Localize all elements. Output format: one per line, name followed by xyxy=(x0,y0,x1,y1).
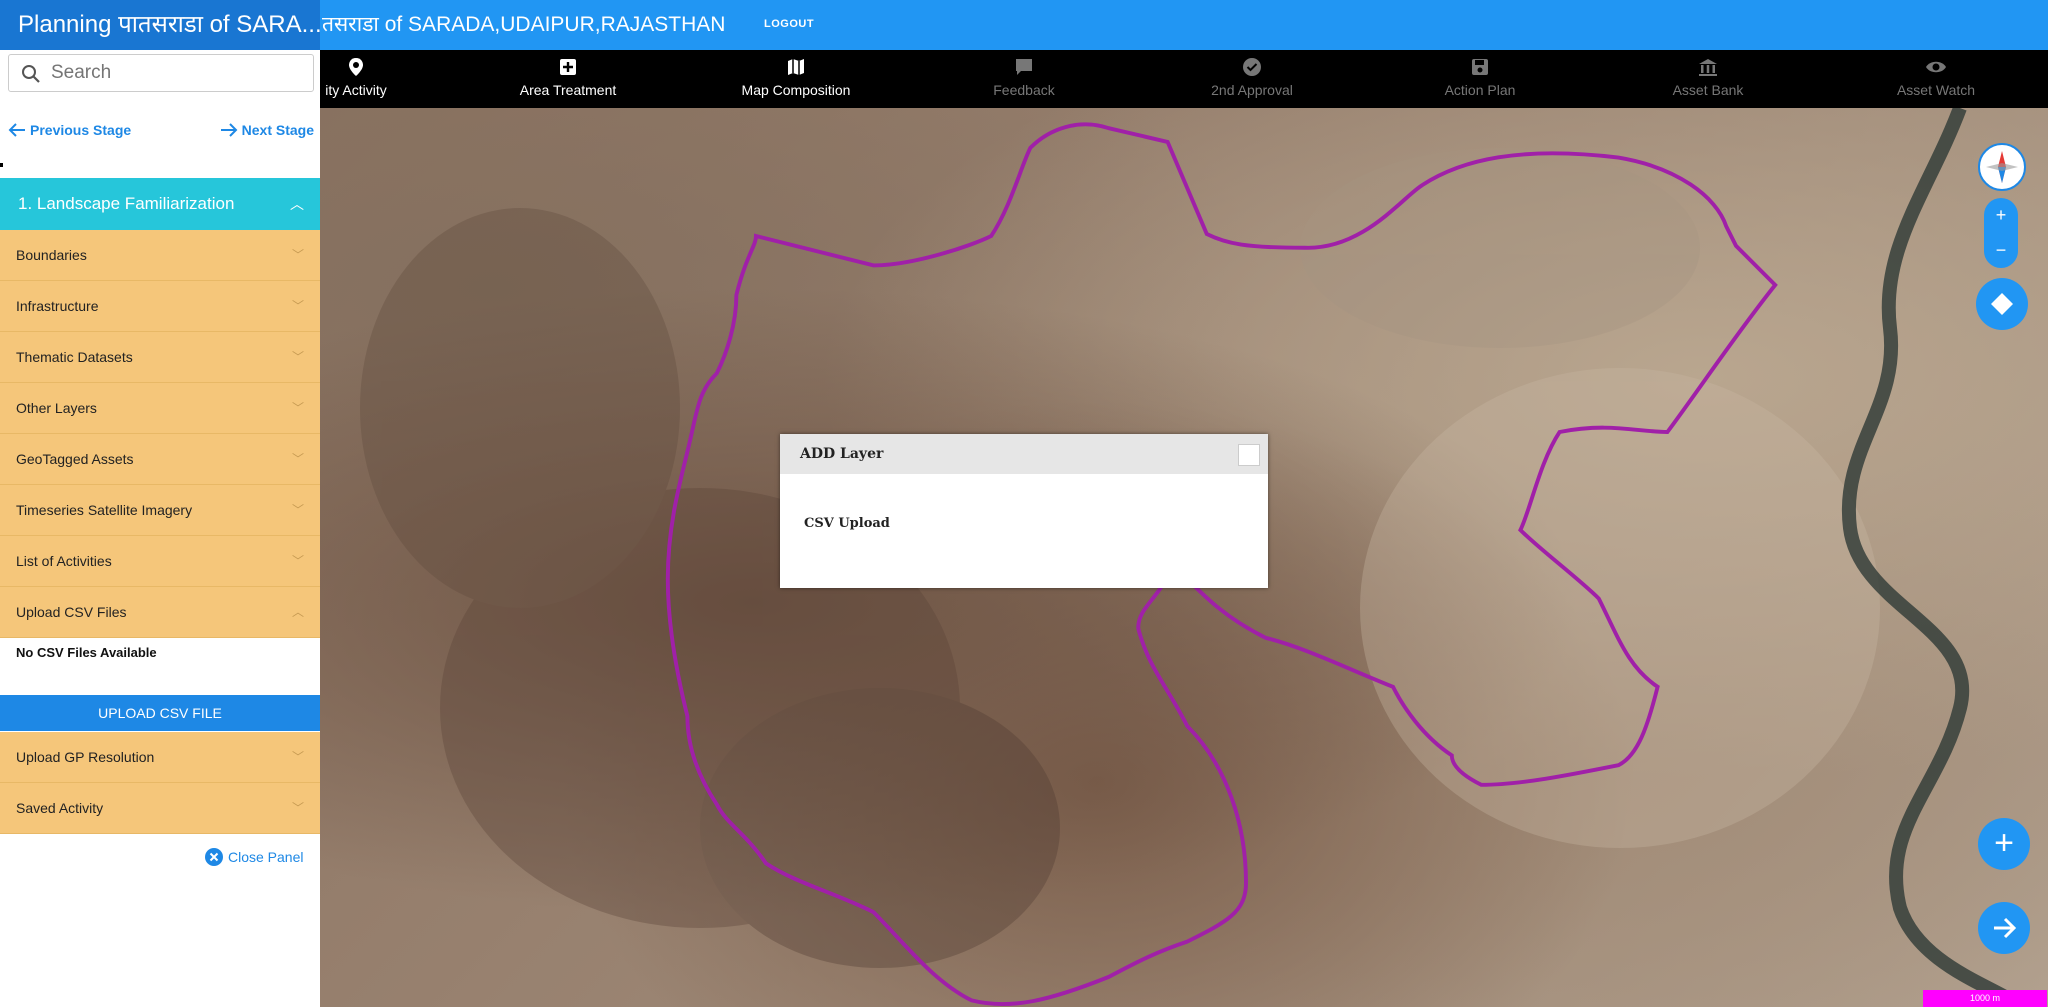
menu-item-upload-gp-resolution[interactable]: Upload GP Resolution ﹀ xyxy=(0,732,320,783)
menu-item-geotagged-assets[interactable]: GeoTagged Assets ﹀ xyxy=(0,434,320,485)
app-title: Planning पातसराडा of SARA... xyxy=(0,0,320,50)
add-layer-dialog: ADD Layer CSV Upload xyxy=(780,434,1268,588)
chevron-down-icon: ﹀ xyxy=(291,750,304,764)
chevron-down-icon: ﹀ xyxy=(291,248,304,262)
tool-area-treatment[interactable]: Area Treatment xyxy=(488,56,648,98)
tool-label: ity Activity xyxy=(325,82,387,98)
close-circle-icon xyxy=(205,848,223,866)
chevron-down-icon: ﹀ xyxy=(291,401,304,415)
divider-dot xyxy=(0,163,3,167)
bank-icon xyxy=(1699,59,1717,76)
layer-menu: Boundaries ﹀ Infrastructure ﹀ Thematic Dat… xyxy=(0,230,320,638)
upload-csv-button[interactable]: UPLOAD CSV FILE xyxy=(0,695,320,731)
compass-button[interactable] xyxy=(1978,143,2026,191)
menu-item-label: List of Activities xyxy=(16,553,112,569)
feedback-icon xyxy=(1016,59,1032,75)
chevron-down-icon: ﹀ xyxy=(291,503,304,517)
chevron-up-icon: ︿ xyxy=(291,605,304,619)
tool-label: Asset Watch xyxy=(1896,82,1976,98)
menu-item-infrastructure[interactable]: Infrastructure ﹀ xyxy=(0,281,320,332)
tool-activity[interactable]: ity Activity xyxy=(276,56,436,98)
map-icon xyxy=(788,59,804,75)
menu-item-label: Upload GP Resolution xyxy=(16,749,155,765)
csv-upload-option[interactable]: CSV Upload xyxy=(780,474,1268,531)
menu-item-label: Infrastructure xyxy=(16,298,99,314)
previous-stage-label: Previous Stage xyxy=(30,122,132,138)
tool-label: Map Composition xyxy=(741,82,851,98)
sidebar-panel: Previous Stage Next Stage 1. Landscape F… xyxy=(0,50,320,1007)
close-panel-button[interactable]: Close Panel xyxy=(204,847,304,867)
main-toolbar: ity Activity Area Treatment Map Composit… xyxy=(320,50,2048,108)
menu-item-label: Boundaries xyxy=(16,247,87,263)
map-pin-icon xyxy=(349,58,363,76)
tool-asset-watch[interactable]: Asset Watch xyxy=(1856,56,2016,98)
stage-navigation: Previous Stage Next Stage xyxy=(0,116,320,150)
menu-item-saved-activity[interactable]: Saved Activity ﹀ xyxy=(0,783,320,834)
tool-label: 2nd Approval xyxy=(1211,82,1293,98)
zoom-in-button[interactable]: + xyxy=(1984,198,2018,233)
dialog-close-button[interactable] xyxy=(1238,444,1260,466)
menu-item-other-layers[interactable]: Other Layers ﹀ xyxy=(0,383,320,434)
scale-bar: 1000 m xyxy=(1923,990,2047,1007)
menu-item-upload-csv-files[interactable]: Upload CSV Files ︿ xyxy=(0,587,320,638)
tool-map-composition[interactable]: Map Composition xyxy=(716,56,876,98)
menu-item-label: Upload CSV Files xyxy=(16,604,127,620)
tool-action-plan[interactable]: Action Plan xyxy=(1400,56,1560,98)
menu-item-boundaries[interactable]: Boundaries ﹀ xyxy=(0,230,320,281)
zoom-out-button[interactable]: − xyxy=(1984,233,2018,268)
next-stage-label: Next Stage xyxy=(241,122,314,138)
chevron-down-icon: ﹀ xyxy=(291,801,304,815)
search-icon xyxy=(22,65,40,83)
previous-stage-link[interactable]: Previous Stage xyxy=(8,122,131,138)
save-icon xyxy=(1472,59,1488,75)
close-panel-label: Close Panel xyxy=(228,849,304,865)
menu-item-thematic-datasets[interactable]: Thematic Datasets ﹀ xyxy=(0,332,320,383)
chevron-down-icon: ﹀ xyxy=(291,452,304,466)
menu-item-timeseries-imagery[interactable]: Timeseries Satellite Imagery ﹀ xyxy=(0,485,320,536)
logout-link[interactable]: LOGOUT xyxy=(764,18,814,30)
tool-label: Asset Bank xyxy=(1672,82,1744,98)
csv-empty-message: No CSV Files Available xyxy=(0,638,320,694)
menu-item-label: GeoTagged Assets xyxy=(16,451,134,467)
menu-item-label: Timeseries Satellite Imagery xyxy=(16,502,193,518)
tool-label: Area Treatment xyxy=(519,82,617,98)
tool-2nd-approval[interactable]: 2nd Approval xyxy=(1172,56,1332,98)
zoom-control: + − xyxy=(1984,198,2018,268)
stage-title: 1. Landscape Familiarization xyxy=(18,194,235,213)
tool-label: Action Plan xyxy=(1444,82,1516,98)
top-bar: Planning पातसराडा of SARA... तसराडा of S… xyxy=(0,0,2048,50)
chevron-down-icon: ﹀ xyxy=(291,554,304,568)
chevron-up-icon: ︿ xyxy=(290,196,304,212)
dialog-title: ADD Layer xyxy=(780,434,1268,474)
layers-icon xyxy=(1991,293,2013,315)
search-input[interactable] xyxy=(51,60,301,86)
eye-icon xyxy=(1926,61,1946,73)
arrow-left-icon xyxy=(8,123,25,137)
plus-box-icon xyxy=(560,59,576,75)
arrow-right-icon xyxy=(1994,917,2017,939)
layer-menu-secondary: Upload GP Resolution ﹀ Saved Activity ﹀ xyxy=(0,732,320,834)
page-title: तसराडा of SARADA,UDAIPUR,RAJASTHAN xyxy=(322,13,726,36)
tool-feedback[interactable]: Feedback xyxy=(944,56,1104,98)
layers-button[interactable] xyxy=(1976,278,2028,330)
search-box[interactable] xyxy=(8,54,314,92)
menu-item-label: Thematic Datasets xyxy=(16,349,133,365)
stage-header[interactable]: 1. Landscape Familiarization ︿ xyxy=(0,178,320,230)
menu-item-list-of-activities[interactable]: List of Activities ﹀ xyxy=(0,536,320,587)
chevron-down-icon: ﹀ xyxy=(291,350,304,364)
arrow-right-icon xyxy=(220,123,238,137)
chevron-down-icon: ﹀ xyxy=(291,299,304,313)
add-button[interactable]: + xyxy=(1978,818,2030,870)
menu-item-label: Saved Activity xyxy=(16,800,104,816)
next-button[interactable] xyxy=(1978,902,2030,954)
tool-label: Feedback xyxy=(993,82,1055,98)
check-circle-icon xyxy=(1243,58,1261,76)
next-stage-link[interactable]: Next Stage xyxy=(220,122,314,138)
menu-item-label: Other Layers xyxy=(16,400,97,416)
compass-icon xyxy=(1986,151,2018,183)
tool-asset-bank[interactable]: Asset Bank xyxy=(1628,56,1788,98)
